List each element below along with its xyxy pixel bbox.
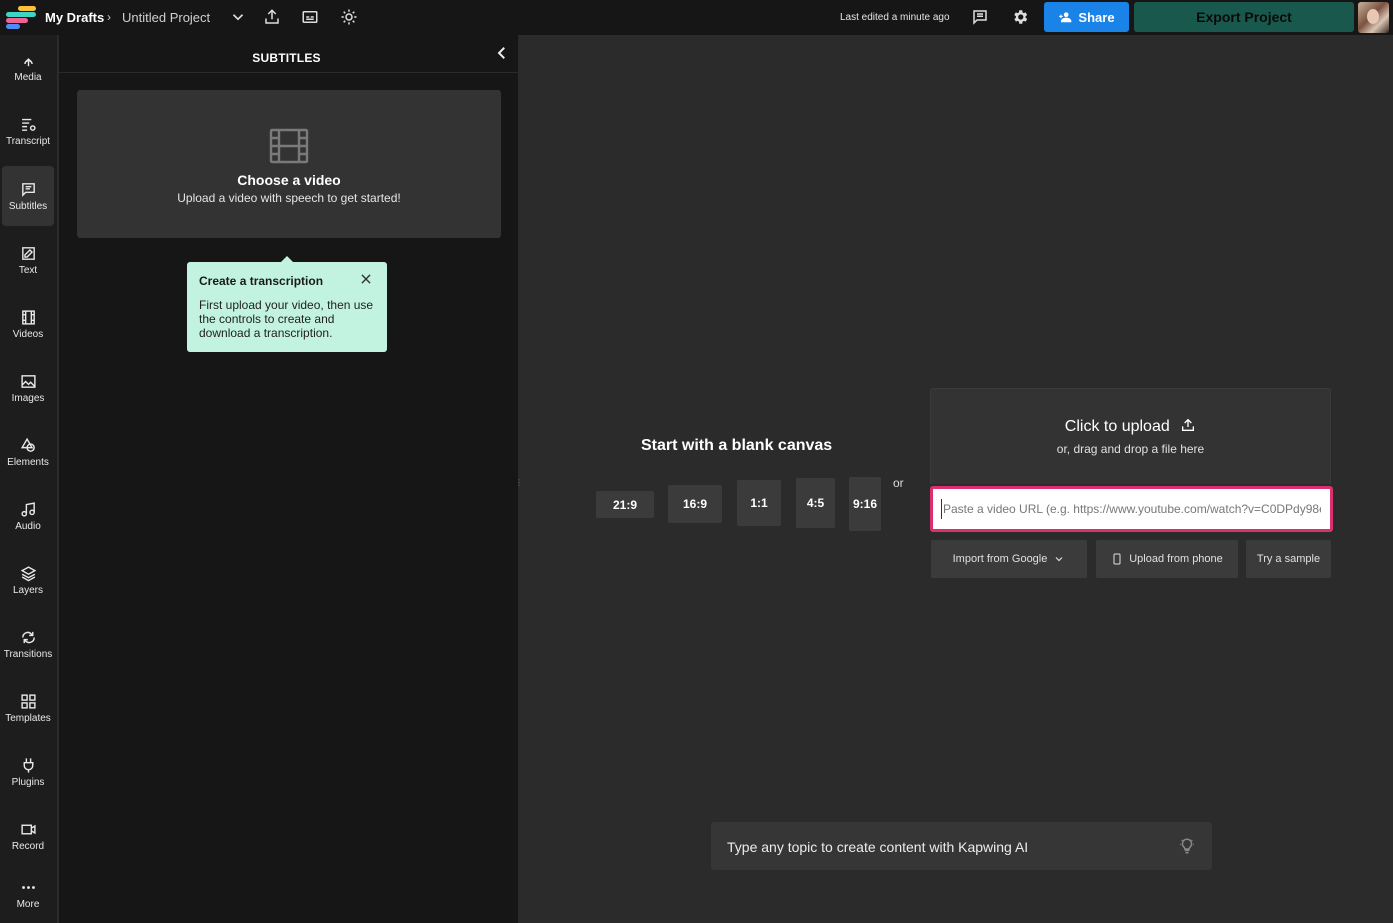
image-icon bbox=[20, 374, 36, 388]
or-separator: or bbox=[893, 476, 904, 490]
rail-label-transcript: Transcript bbox=[5, 135, 51, 147]
rail-item-text[interactable]: Text bbox=[2, 230, 54, 290]
click-to-upload-dropzone[interactable]: Click to upload or, drag and drop a file… bbox=[930, 388, 1331, 484]
breadcrumb-my-drafts[interactable]: My Drafts bbox=[45, 10, 104, 25]
rail-item-audio[interactable]: Audio bbox=[2, 486, 54, 546]
upload-subtitle: or, drag and drop a file here bbox=[1056, 442, 1205, 456]
upload-arrow-icon bbox=[1182, 418, 1195, 431]
tooltip-title: Create a transcription bbox=[199, 274, 324, 288]
subtitles-panel: SUBTITLES Choose a video Upload a video … bbox=[59, 35, 518, 923]
rail-label-more: More bbox=[16, 898, 40, 910]
share-label: Share bbox=[1078, 9, 1115, 25]
breadcrumb-separator: › bbox=[107, 10, 111, 24]
theme-bulb-icon[interactable] bbox=[339, 7, 359, 27]
ratio-4-5-button[interactable]: 4:5 bbox=[796, 478, 835, 528]
settings-gear-icon[interactable] bbox=[1010, 7, 1030, 27]
rail-item-templates[interactable]: Templates bbox=[2, 678, 54, 738]
video-url-field[interactable] bbox=[930, 486, 1333, 532]
rail-label-text: Text bbox=[18, 264, 38, 276]
rail-item-videos[interactable]: Videos bbox=[2, 294, 54, 354]
kapwing-logo-icon[interactable] bbox=[6, 6, 36, 29]
rail-item-record[interactable]: Record bbox=[2, 806, 54, 866]
ratio-21-9-button[interactable]: 21:9 bbox=[596, 491, 654, 518]
choose-video-subtitle: Upload a video with speech to get starte… bbox=[177, 191, 401, 205]
music-note-icon bbox=[20, 501, 35, 517]
rail-item-transcript[interactable]: Transcript bbox=[2, 101, 54, 161]
subtitles-icon bbox=[21, 182, 35, 197]
ratio-1-1-button[interactable]: 1:1 bbox=[737, 480, 781, 526]
upload-title: Click to upload bbox=[931, 417, 1330, 436]
panel-title: SUBTITLES bbox=[252, 51, 321, 65]
share-button[interactable]: Share bbox=[1044, 2, 1129, 32]
rail-item-elements[interactable]: Elements bbox=[2, 422, 54, 482]
rail-label-elements: Elements bbox=[7, 456, 49, 468]
add-person-icon bbox=[1059, 12, 1072, 23]
rail-item-plugins[interactable]: Plugins bbox=[2, 742, 54, 802]
comments-icon[interactable] bbox=[970, 7, 990, 27]
rail-label-videos: Videos bbox=[12, 328, 44, 340]
film-icon bbox=[21, 309, 35, 325]
rail-item-images[interactable]: Images bbox=[2, 358, 54, 418]
ai-prompt-placeholder: Type any topic to create content with Ka… bbox=[727, 839, 1029, 855]
export-project-button[interactable]: Export Project bbox=[1134, 2, 1354, 32]
camera-icon bbox=[20, 824, 36, 834]
rail-item-more[interactable]: More bbox=[2, 864, 54, 923]
chevron-down-icon[interactable] bbox=[228, 7, 248, 27]
grid-icon bbox=[20, 693, 36, 709]
text-icon bbox=[21, 246, 35, 260]
rail-label-media: Media bbox=[14, 71, 42, 83]
lightbulb-icon[interactable] bbox=[1178, 837, 1196, 855]
phone-icon bbox=[1113, 553, 1121, 565]
transcript-icon bbox=[21, 118, 36, 131]
kapwing-ai-prompt-bar[interactable]: Type any topic to create content with Ka… bbox=[711, 822, 1212, 870]
rail-label-images: Images bbox=[11, 392, 45, 404]
import-google-label: Import from Google bbox=[952, 553, 1048, 565]
upload-from-phone-button[interactable]: Upload from phone bbox=[1096, 540, 1238, 578]
film-strip-icon bbox=[269, 128, 309, 164]
transition-icon bbox=[21, 631, 35, 643]
rail-label-record: Record bbox=[11, 840, 45, 852]
choose-video-card[interactable]: Choose a video Upload a video with speec… bbox=[77, 90, 501, 238]
more-icon bbox=[21, 885, 35, 889]
rail-item-layers[interactable]: Layers bbox=[2, 550, 54, 610]
try-a-sample-button[interactable]: Try a sample bbox=[1246, 540, 1331, 578]
tooltip-body: First upload your video, then use the co… bbox=[199, 298, 374, 340]
video-url-input[interactable] bbox=[941, 499, 1321, 519]
ratio-9-16-button[interactable]: 9:16 bbox=[849, 477, 881, 531]
rail-label-audio: Audio bbox=[15, 520, 41, 532]
ratio-16-9-button[interactable]: 16:9 bbox=[668, 485, 722, 523]
import-from-google-button[interactable]: Import from Google bbox=[931, 540, 1087, 578]
blank-canvas-title: Start with a blank canvas bbox=[641, 437, 833, 454]
upload-icon bbox=[23, 57, 33, 66]
collapse-panel-chevron-left-icon[interactable] bbox=[493, 44, 511, 62]
panel-resize-handle[interactable]: ⋮ bbox=[515, 478, 523, 488]
choose-video-title: Choose a video bbox=[237, 172, 341, 188]
rail-label-transitions: Transitions bbox=[3, 648, 53, 660]
project-title[interactable]: Untitled Project bbox=[122, 10, 210, 25]
rail-item-transitions[interactable]: Transitions bbox=[2, 614, 54, 674]
rail-item-media[interactable]: Media bbox=[2, 37, 54, 97]
shapes-icon bbox=[20, 437, 35, 452]
captions-icon[interactable] bbox=[300, 7, 320, 27]
rail-label-plugins: Plugins bbox=[11, 776, 45, 788]
rail-label-templates: Templates bbox=[5, 712, 51, 724]
transcription-tooltip: Create a transcription First upload your… bbox=[187, 256, 387, 352]
upload-title-label: Click to upload bbox=[1064, 418, 1170, 435]
user-avatar[interactable] bbox=[1358, 2, 1389, 33]
chevron-down-icon bbox=[1055, 557, 1063, 562]
layers-icon bbox=[20, 565, 36, 581]
rail-label-layers: Layers bbox=[12, 584, 43, 596]
last-edited-status: Last edited a minute ago bbox=[840, 12, 950, 23]
left-tool-rail: Media Transcript Subtitles Text Videos I… bbox=[0, 35, 58, 923]
close-icon[interactable] bbox=[359, 272, 373, 286]
rail-item-subtitles[interactable]: Subtitles bbox=[2, 166, 54, 226]
panel-header: SUBTITLES bbox=[59, 35, 518, 73]
rail-label-subtitles: Subtitles bbox=[8, 200, 48, 212]
upload-phone-label: Upload from phone bbox=[1129, 553, 1223, 565]
export-share-icon[interactable] bbox=[262, 7, 282, 27]
top-bar: My Drafts › Untitled Project Last edited… bbox=[0, 0, 1393, 35]
plug-icon bbox=[23, 757, 33, 773]
